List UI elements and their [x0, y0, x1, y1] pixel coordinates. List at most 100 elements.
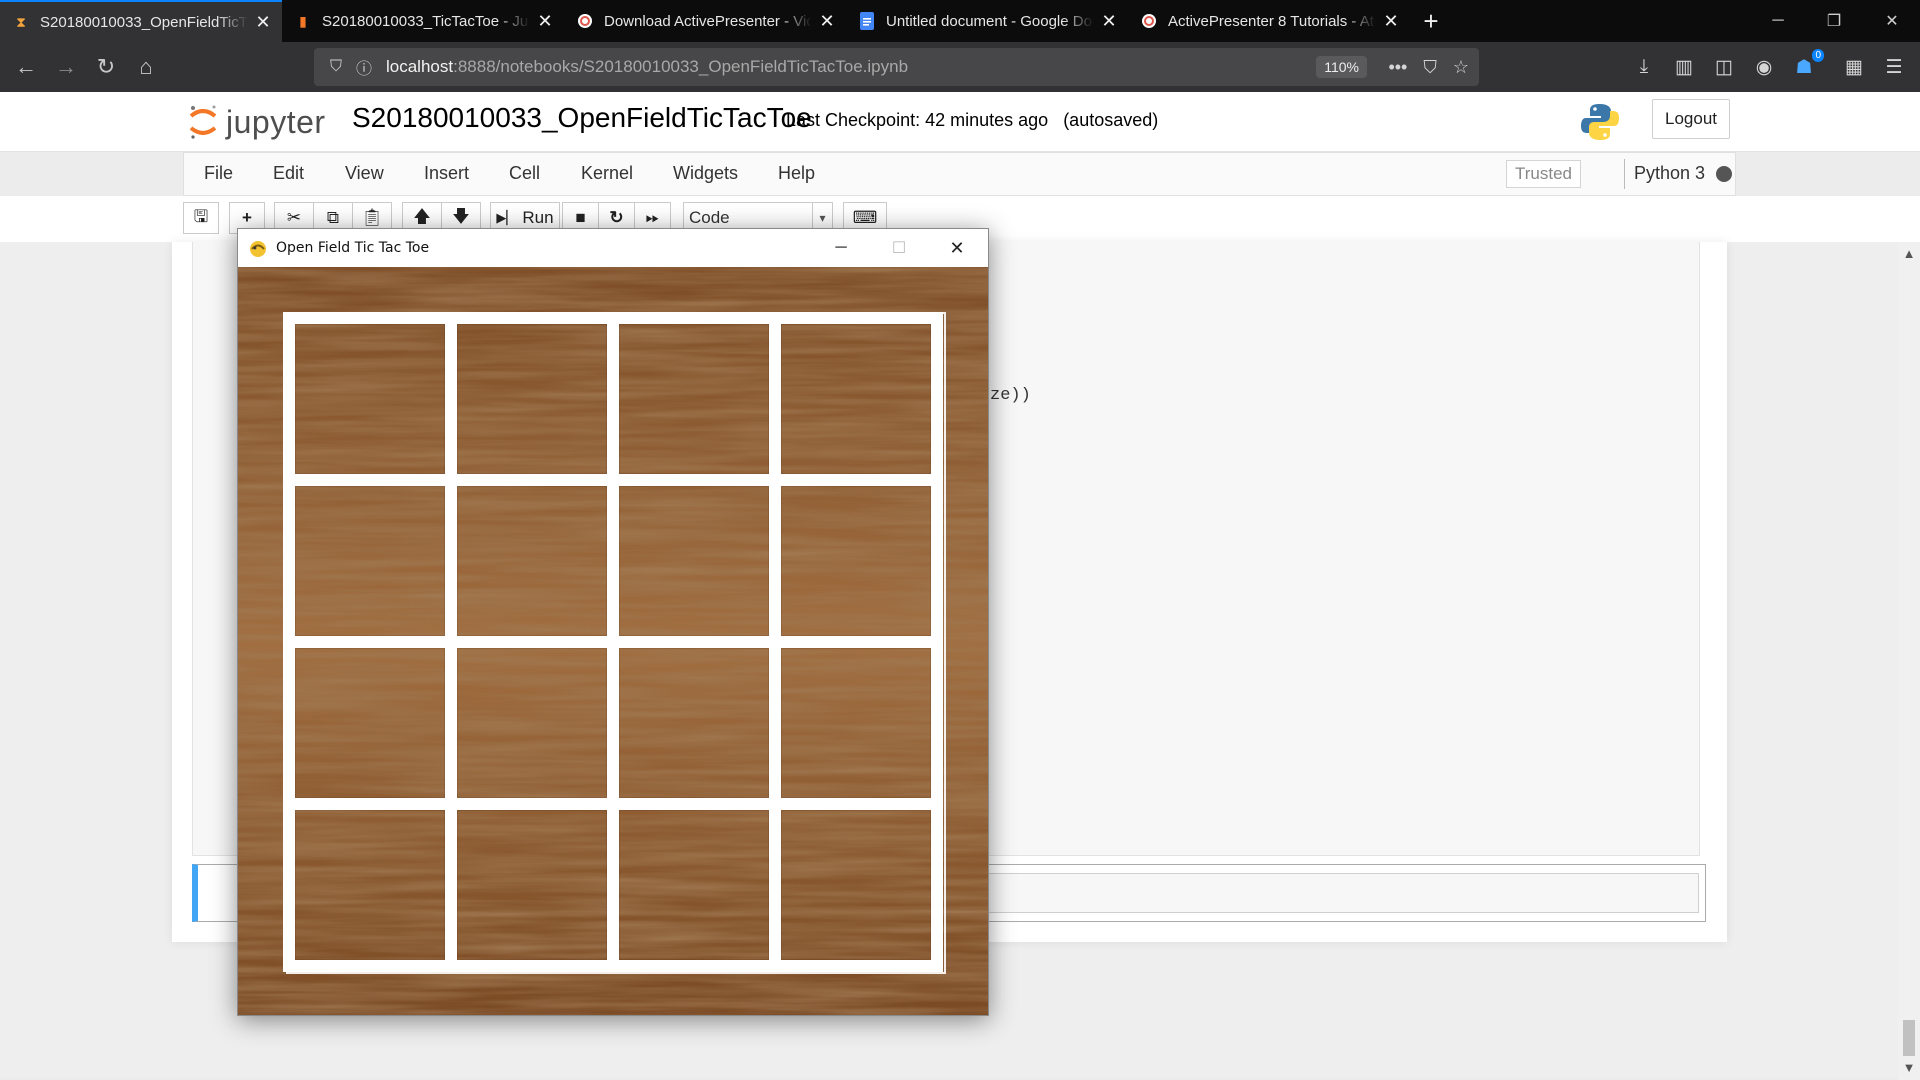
game-window-titlebar[interactable]: Open Field Tic Tac Toe ─ ☐ ✕ — [238, 229, 988, 267]
python-logo-icon — [1581, 104, 1619, 140]
run-step-icon: ▶▏ — [496, 210, 517, 225]
menu-edit[interactable]: Edit — [273, 163, 304, 184]
menu-widgets[interactable]: Widgets — [673, 163, 738, 184]
menu-help[interactable]: Help — [778, 163, 815, 184]
hamburger-menu-icon[interactable]: ☰ — [1878, 51, 1910, 83]
jupyter-header: jupyter S20180010033_OpenFieldTicTacToe … — [0, 92, 1920, 152]
tab-title: ActivePresenter 8 Tutorials - Atomi — [1168, 12, 1376, 30]
close-tab-icon[interactable]: ✕ — [1382, 11, 1400, 32]
info-icon[interactable]: ⓘ — [350, 55, 378, 79]
menu-file[interactable]: File — [204, 163, 233, 184]
address-bar[interactable]: ⛉ ⓘ localhost:8888/notebooks/S2018001003… — [314, 48, 1479, 86]
grid-line-vertical — [931, 312, 943, 972]
google-docs-icon — [858, 12, 876, 30]
jupyter-book-icon: ▮ — [299, 12, 307, 29]
board-cell-r4-c2[interactable] — [457, 810, 607, 960]
minimize-icon[interactable]: ─ — [812, 229, 870, 267]
minimize-window-icon[interactable]: ─ — [1750, 0, 1806, 42]
shield-icon[interactable]: ⛉ — [322, 58, 350, 76]
board-cell-r2-c2[interactable] — [457, 486, 607, 636]
board-cell-r4-c4[interactable] — [781, 810, 931, 960]
menu-cell[interactable]: Cell — [509, 163, 540, 184]
back-arrow-icon[interactable]: ← — [10, 51, 42, 83]
board-cell-r2-c4[interactable] — [781, 486, 931, 636]
close-icon[interactable]: ✕ — [928, 229, 986, 267]
page-actions-icon[interactable]: ••• — [1388, 57, 1407, 78]
board-cell-r2-c1[interactable] — [295, 486, 445, 636]
board-cell-r2-c3[interactable] — [619, 486, 769, 636]
jupyter-menubar: File Edit View Insert Cell Kernel Widget… — [183, 152, 1736, 196]
activepresenter-icon — [576, 12, 594, 30]
board-cell-r3-c2[interactable] — [457, 648, 607, 798]
browser-nav-bar: ← → ↻ ⌂ ⛉ ⓘ localhost:8888/notebooks/S20… — [0, 42, 1920, 92]
activepresenter-icon — [1140, 12, 1158, 30]
zoom-level[interactable]: 110% — [1316, 56, 1367, 78]
scroll-up-icon[interactable]: ▲ — [1898, 246, 1920, 261]
tab-google-docs[interactable]: Untitled document - Google Docs ✕ — [846, 0, 1128, 42]
restore-window-icon[interactable]: ❐ — [1806, 0, 1862, 42]
grid-line-horizontal — [283, 636, 943, 648]
checkpoint-text: Last Checkpoint: 42 minutes ago — [786, 110, 1049, 130]
sidebar-icon[interactable]: ◫ — [1708, 51, 1740, 83]
new-tab-button[interactable]: + — [1410, 0, 1452, 42]
tab-openfieldtictactoe[interactable]: ⧗ S20180010033_OpenFieldTicTacToe ✕ — [0, 0, 282, 42]
board-cell-r1-c4[interactable] — [781, 324, 931, 474]
board-cell-r3-c1[interactable] — [295, 648, 445, 798]
extensions-puzzle-icon[interactable]: ▦ — [1838, 51, 1870, 83]
notebook-name[interactable]: S20180010033_OpenFieldTicTacToe — [352, 102, 812, 134]
menu-insert[interactable]: Insert — [424, 163, 469, 184]
tab-title: Untitled document - Google Docs — [886, 12, 1094, 30]
board-cell-r3-c3[interactable] — [619, 648, 769, 798]
extension-badge: 0 — [1812, 49, 1824, 62]
grid-line-horizontal — [283, 960, 943, 972]
logout-button[interactable]: Logout — [1652, 99, 1730, 139]
board-cell-r4-c3[interactable] — [619, 810, 769, 960]
grid-line-horizontal — [283, 798, 943, 810]
menu-view[interactable]: View — [345, 163, 384, 184]
game-window: Open Field Tic Tac Toe ─ ☐ ✕ — [237, 228, 989, 1016]
close-tab-icon[interactable]: ✕ — [254, 12, 272, 33]
tab-tictactoe[interactable]: ▮ S20180010033_TicTacToe - Jupyter ✕ — [282, 0, 564, 42]
pygame-snake-icon — [250, 241, 266, 257]
bookmark-star-icon[interactable]: ☆ — [1453, 57, 1469, 78]
board-cell-r3-c4[interactable] — [781, 648, 931, 798]
close-tab-icon[interactable]: ✕ — [1100, 11, 1118, 32]
maximize-icon[interactable]: ☐ — [870, 229, 928, 267]
close-window-icon[interactable]: ✕ — [1864, 0, 1920, 42]
close-tab-icon[interactable]: ✕ — [818, 11, 836, 32]
library-icon[interactable]: ▥ — [1668, 51, 1700, 83]
kernel-divider — [1624, 159, 1625, 189]
save-icon[interactable]: 🖫 — [183, 202, 219, 234]
home-icon[interactable]: ⌂ — [130, 51, 162, 83]
autosave-text: (autosaved) — [1063, 110, 1159, 130]
board-cell-r1-c3[interactable] — [619, 324, 769, 474]
run-label: Run — [522, 208, 554, 227]
kernel-name[interactable]: Python 3 — [1634, 163, 1705, 184]
game-window-title: Open Field Tic Tac Toe — [276, 240, 430, 256]
pocket-icon[interactable]: ⛉ — [1423, 57, 1437, 78]
board-cell-r1-c2[interactable] — [457, 324, 607, 474]
reload-icon[interactable]: ↻ — [90, 51, 122, 83]
url-host: localhost — [386, 57, 454, 76]
cell-type-value: Code — [689, 208, 730, 227]
close-tab-icon[interactable]: ✕ — [536, 11, 554, 32]
game-canvas[interactable] — [238, 267, 988, 1015]
jupyter-logo-icon — [189, 105, 217, 139]
tab-activepresenter-tutorials[interactable]: ActivePresenter 8 Tutorials - Atomi ✕ — [1128, 0, 1410, 42]
jupyter-logo[interactable]: jupyter — [188, 100, 326, 144]
board-cell-r1-c1[interactable] — [295, 324, 445, 474]
menu-kernel[interactable]: Kernel — [581, 163, 633, 184]
board-cell-r4-c1[interactable] — [295, 810, 445, 960]
scroll-down-icon[interactable]: ▼ — [1898, 1060, 1920, 1075]
tab-download-activepresenter[interactable]: Download ActivePresenter - Video ✕ — [564, 0, 846, 42]
downloads-icon[interactable]: ⤓ — [1628, 51, 1660, 83]
grid-line-vertical — [769, 312, 781, 972]
page-scrollbar[interactable]: ▲ ▼ — [1898, 242, 1920, 1080]
account-icon[interactable]: ◉ — [1748, 51, 1780, 83]
extension-icon[interactable]: ☗ 0 — [1788, 49, 1824, 83]
trusted-badge[interactable]: Trusted — [1506, 160, 1582, 188]
scrollbar-thumb[interactable] — [1903, 1020, 1915, 1056]
forward-arrow-icon[interactable]: → — [50, 51, 82, 83]
url-text[interactable]: localhost:8888/notebooks/S20180010033_Op… — [386, 57, 908, 77]
browser-tab-bar: ⧗ S20180010033_OpenFieldTicTacToe ✕ ▮ S2… — [0, 0, 1920, 42]
